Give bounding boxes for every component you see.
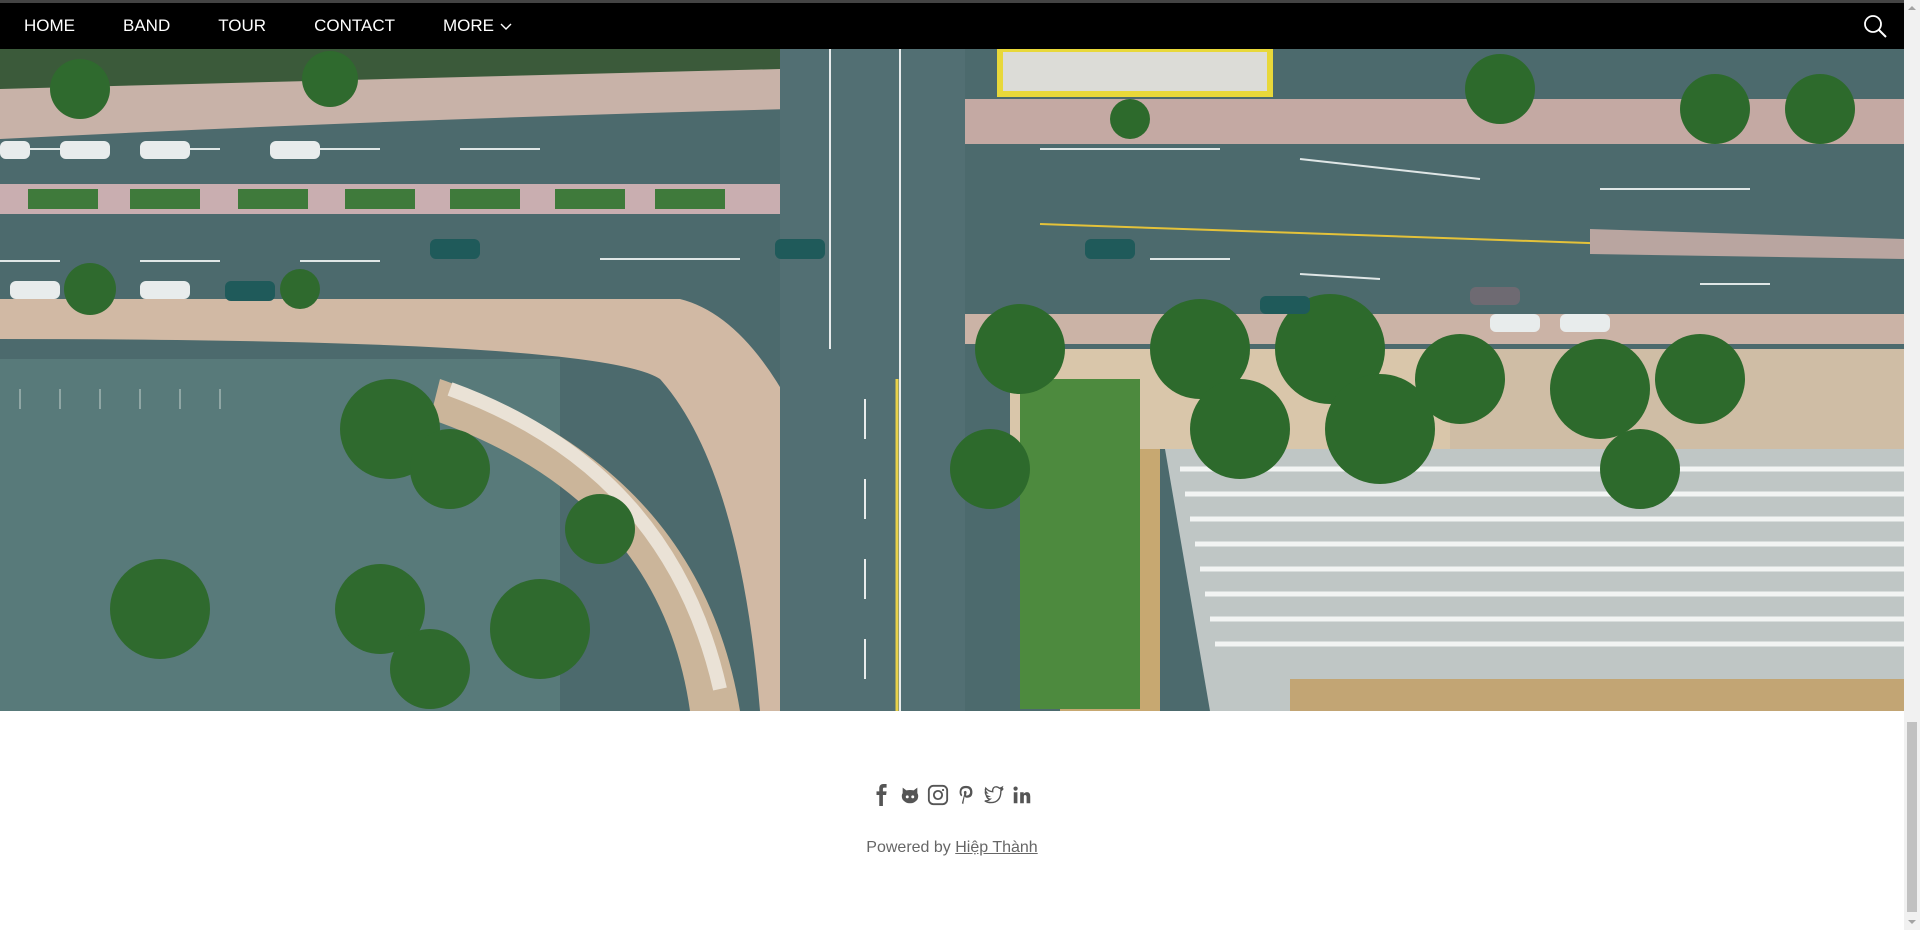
nav-tour-label: TOUR bbox=[218, 16, 267, 35]
navbar: HOME BAND TOUR CONTACT MORE bbox=[0, 3, 1904, 49]
twitter-icon[interactable] bbox=[983, 782, 1005, 808]
nav-home[interactable]: HOME bbox=[0, 3, 99, 49]
nav-home-label: HOME bbox=[24, 16, 75, 35]
scroll-thumb[interactable] bbox=[1907, 722, 1917, 912]
author-link[interactable]: Hiệp Thành bbox=[955, 839, 1037, 856]
nav-contact-label: CONTACT bbox=[314, 16, 395, 35]
scroll-down-arrow-icon[interactable] bbox=[1904, 914, 1920, 930]
nav-tour[interactable]: TOUR bbox=[194, 3, 290, 49]
github-icon[interactable] bbox=[899, 782, 921, 808]
search-icon[interactable] bbox=[1862, 13, 1888, 39]
powered-by-text: Powered by bbox=[866, 839, 951, 856]
scrollbar[interactable] bbox=[1904, 0, 1920, 930]
pinterest-icon[interactable] bbox=[955, 782, 977, 808]
aerial-city-image bbox=[0, 49, 1904, 711]
social-links bbox=[0, 782, 1904, 808]
chevron-down-icon bbox=[500, 3, 512, 49]
nav-band[interactable]: BAND bbox=[99, 3, 194, 49]
linkedin-icon[interactable] bbox=[1011, 782, 1033, 808]
facebook-icon[interactable] bbox=[871, 782, 893, 808]
nav-band-label: BAND bbox=[123, 16, 171, 35]
powered-by: Powered by Hiệp Thành bbox=[0, 839, 1904, 857]
hero-image bbox=[0, 49, 1904, 711]
nav-more-label: MORE bbox=[443, 16, 494, 35]
nav-contact[interactable]: CONTACT bbox=[290, 3, 419, 49]
footer: Powered by Hiệp Thành bbox=[0, 711, 1904, 930]
nav-more[interactable]: MORE bbox=[419, 3, 536, 49]
instagram-icon[interactable] bbox=[927, 782, 949, 808]
scroll-up-arrow-icon[interactable] bbox=[1904, 0, 1920, 16]
